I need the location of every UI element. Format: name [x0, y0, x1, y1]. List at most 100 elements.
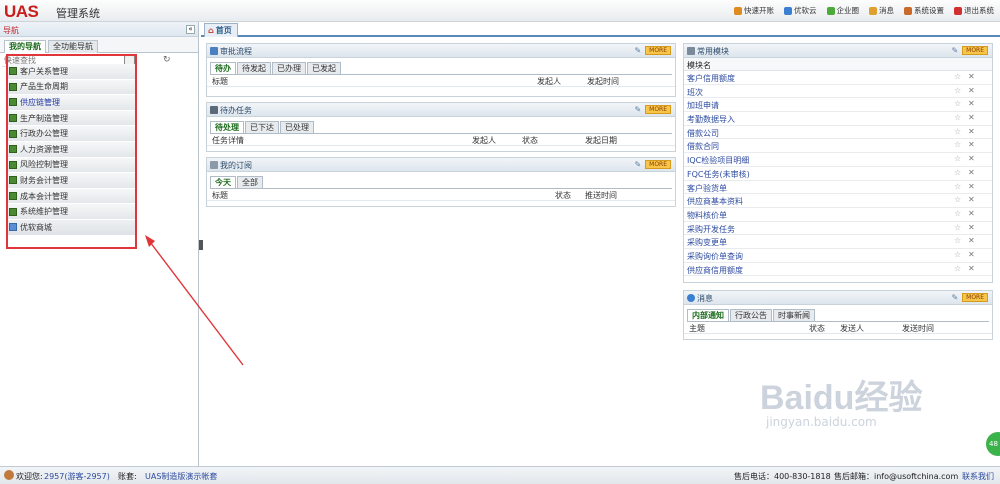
tab-todo[interactable]: 待办 — [210, 62, 236, 74]
star-icon[interactable]: ☆ — [954, 236, 961, 245]
delete-icon[interactable]: ✕ — [968, 113, 975, 122]
common-module-link[interactable]: 加班申请 — [687, 100, 719, 111]
common-module-row: 客户验货单 ☆ ✕ — [684, 181, 992, 195]
common-module-link[interactable]: 客户验货单 — [687, 183, 727, 194]
support-phone: 售后电话：400-830-1818 — [734, 472, 831, 481]
common-module-link[interactable]: 供应商信用额度 — [687, 265, 743, 276]
top-menu-item[interactable]: 退出系统 — [954, 5, 994, 16]
tab-issued[interactable]: 已下达 — [245, 121, 279, 133]
delete-icon[interactable]: ✕ — [968, 140, 975, 149]
tab-news[interactable]: 时事新闻 — [773, 309, 815, 321]
common-module-link[interactable]: 供应商基本资料 — [687, 196, 743, 207]
tab-processed[interactable]: 已处理 — [280, 121, 314, 133]
tab-internal[interactable]: 内部通知 — [687, 309, 729, 321]
subscribe-panel: 我的订阅 ✎ MORE 今天 全部 标题 状态 推送时间 — [206, 157, 676, 207]
tab-admin-notice[interactable]: 行政公告 — [730, 309, 772, 321]
common-module-link[interactable]: IQC检验项目明细 — [687, 155, 749, 166]
star-icon[interactable]: ☆ — [954, 209, 961, 218]
nav-title: 导航 — [3, 26, 19, 35]
top-menu-item[interactable]: 系统设置 — [904, 5, 944, 16]
edit-icon[interactable]: ✎ — [951, 46, 958, 55]
delete-icon[interactable]: ✕ — [968, 264, 975, 273]
common-module-link[interactable]: 客户信用额度 — [687, 73, 735, 84]
more-button[interactable]: MORE — [962, 46, 988, 55]
star-icon[interactable]: ☆ — [954, 72, 961, 81]
delete-icon[interactable]: ✕ — [968, 195, 975, 204]
star-icon[interactable]: ☆ — [954, 182, 961, 191]
edit-icon[interactable]: ✎ — [951, 293, 958, 302]
common-title: 常用模块 — [697, 47, 729, 56]
common-module-link[interactable]: 物料核价单 — [687, 210, 727, 221]
delete-icon[interactable]: ✕ — [968, 127, 975, 136]
highlight-box — [6, 54, 137, 249]
common-module-link[interactable]: FQC任务(未审核) — [687, 169, 750, 180]
tab-today[interactable]: 今天 — [210, 176, 236, 188]
tab-home[interactable]: ⌂ 首页 — [204, 23, 238, 37]
col-module-name: 模块名 — [687, 61, 711, 70]
chat-bubble[interactable]: 48 — [986, 432, 1000, 456]
nav-tabs: 我的导航 全功能导航 — [0, 37, 198, 53]
edit-icon[interactable]: ✎ — [634, 46, 641, 55]
star-icon[interactable]: ☆ — [954, 223, 961, 232]
contact-link[interactable]: 联系我们 — [962, 471, 994, 482]
tab-my-nav[interactable]: 我的导航 — [4, 40, 46, 53]
tab-full-nav[interactable]: 全功能导航 — [48, 40, 98, 53]
delete-icon[interactable]: ✕ — [968, 168, 975, 177]
check-icon — [210, 47, 218, 55]
quick-icon — [734, 6, 742, 15]
welcome-label: 欢迎您: — [16, 472, 43, 481]
delete-icon[interactable]: ✕ — [968, 250, 975, 259]
splitter-handle[interactable] — [199, 240, 203, 250]
more-button[interactable]: MORE — [645, 105, 671, 114]
tab-handled[interactable]: 已办理 — [272, 62, 306, 74]
delete-icon[interactable]: ✕ — [968, 154, 975, 163]
user-link[interactable]: 2957(游客-2957) — [44, 471, 110, 482]
edit-icon[interactable]: ✎ — [634, 160, 641, 169]
tab-started[interactable]: 已发起 — [307, 62, 341, 74]
common-module-row: IQC检验项目明细 ☆ ✕ — [684, 153, 992, 167]
star-icon[interactable]: ☆ — [954, 140, 961, 149]
more-button[interactable]: MORE — [645, 160, 671, 169]
common-module-link[interactable]: 采购开发任务 — [687, 224, 735, 235]
tab-to-start[interactable]: 待发起 — [237, 62, 271, 74]
col-initiator: 发起人 — [472, 136, 496, 145]
account-link[interactable]: UAS制造版演示帐套 — [145, 471, 217, 482]
common-module-link[interactable]: 采购变更单 — [687, 237, 727, 248]
top-menu-item[interactable]: 消息 — [869, 5, 894, 16]
refresh-icon[interactable]: ↻ — [163, 55, 171, 65]
star-icon[interactable]: ☆ — [954, 250, 961, 259]
tab-all[interactable]: 全部 — [237, 176, 263, 188]
delete-icon[interactable]: ✕ — [968, 72, 975, 81]
star-icon[interactable]: ☆ — [954, 86, 961, 95]
star-icon[interactable]: ☆ — [954, 127, 961, 136]
top-menu-item[interactable]: 优软云 — [784, 5, 817, 16]
common-module-link[interactable]: 班次 — [687, 87, 703, 98]
common-module-link[interactable]: 采购询价单查询 — [687, 251, 743, 262]
star-icon[interactable]: ☆ — [954, 195, 961, 204]
star-icon[interactable]: ☆ — [954, 264, 961, 273]
common-module-link[interactable]: 借款合同 — [687, 141, 719, 152]
edit-icon[interactable]: ✎ — [634, 105, 641, 114]
delete-icon[interactable]: ✕ — [968, 182, 975, 191]
delete-icon[interactable]: ✕ — [968, 236, 975, 245]
top-menu-item[interactable]: 快速开账 — [734, 5, 774, 16]
subscribe-title: 我的订阅 — [220, 161, 252, 170]
star-icon[interactable]: ☆ — [954, 154, 961, 163]
delete-icon[interactable]: ✕ — [968, 99, 975, 108]
common-module-link[interactable]: 考勤数据导入 — [687, 114, 735, 125]
common-module-link[interactable]: 借款公司 — [687, 128, 719, 139]
delete-icon[interactable]: ✕ — [968, 86, 975, 95]
subscribe-more: ✎ MORE — [634, 160, 671, 169]
tab-pending[interactable]: 待处理 — [210, 121, 244, 133]
more-button[interactable]: MORE — [962, 293, 988, 302]
star-icon[interactable]: ☆ — [954, 168, 961, 177]
delete-icon[interactable]: ✕ — [968, 223, 975, 232]
top-menu-label: 快速开账 — [744, 6, 774, 15]
collapse-button[interactable]: « — [186, 25, 195, 34]
star-icon[interactable]: ☆ — [954, 99, 961, 108]
more-button[interactable]: MORE — [645, 46, 671, 55]
top-menu-item[interactable]: 企业圈 — [826, 5, 859, 16]
star-icon[interactable]: ☆ — [954, 113, 961, 122]
delete-icon[interactable]: ✕ — [968, 209, 975, 218]
subscribe-icon — [210, 161, 218, 169]
